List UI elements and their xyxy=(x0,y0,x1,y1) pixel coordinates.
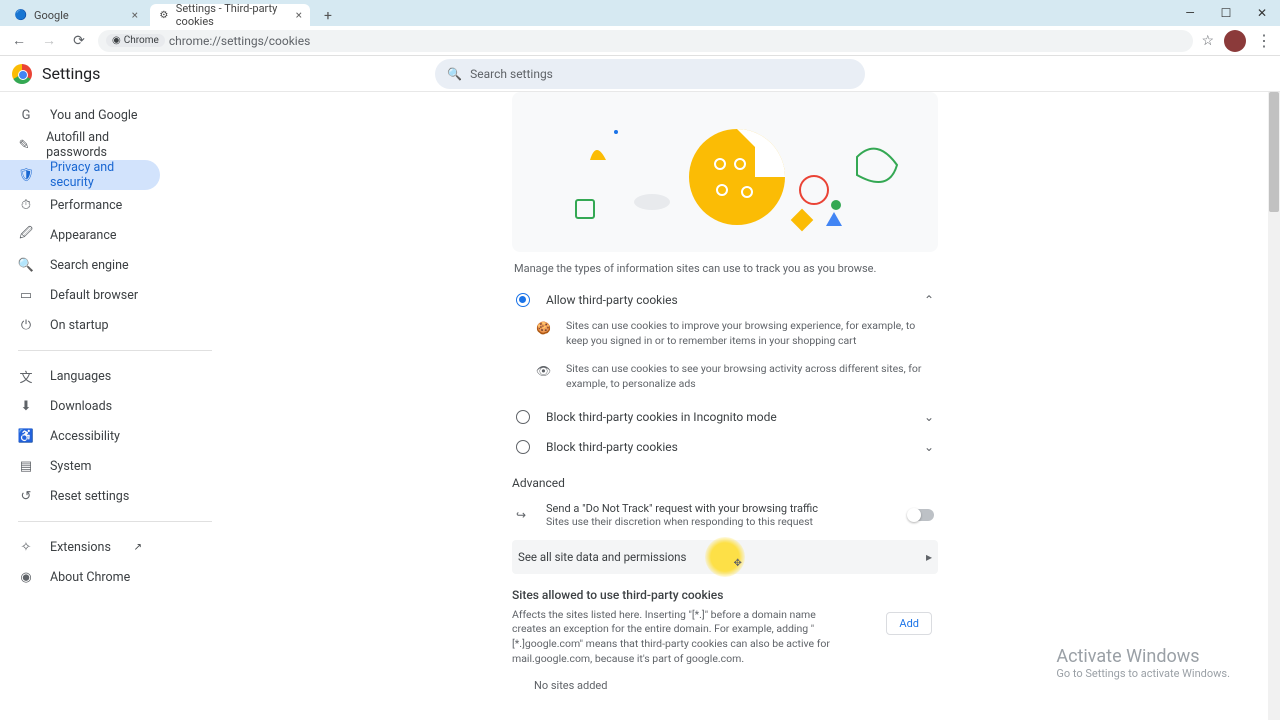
radio-button[interactable] xyxy=(516,440,530,454)
settings-header: Settings 🔍 Search settings xyxy=(0,56,1280,92)
sidebar-item-extensions[interactable]: ✧Extensions↗ xyxy=(0,532,160,562)
sites-allowed-section: Sites allowed to use third-party cookies… xyxy=(512,588,938,692)
reset-icon: ↺ xyxy=(18,489,34,504)
search-icon: 🔍 xyxy=(18,258,34,273)
radio-block-third-party[interactable]: Block third-party cookies ⌄ xyxy=(512,432,938,462)
sidebar-item-default-browser[interactable]: ▭Default browser xyxy=(0,280,160,310)
url-text: chrome://settings/cookies xyxy=(169,34,310,48)
tab-title: Google xyxy=(34,9,69,22)
sites-allowed-desc: Affects the sites listed here. Inserting… xyxy=(512,608,852,667)
download-icon: ⬇ xyxy=(18,399,34,414)
cursor-icon: ✥ xyxy=(734,558,742,569)
settings-sidebar: GYou and Google ✎Autofill and passwords … xyxy=(0,92,230,720)
window-controls: — ☐ ✕ xyxy=(1172,0,1280,26)
see-all-site-data-link[interactable]: See all site data and permissions ✥ ▸ xyxy=(512,540,938,574)
language-icon: 文 xyxy=(18,367,34,386)
extension-icon: ✧ xyxy=(18,540,34,555)
system-icon: ▤ xyxy=(18,459,34,474)
new-tab-button[interactable]: + xyxy=(318,6,338,26)
open-external-icon: ↗ xyxy=(134,542,142,553)
chrome-icon: ◉ xyxy=(18,570,34,585)
tab-google[interactable]: 🔵 Google × xyxy=(6,4,146,26)
maximize-button[interactable]: ☐ xyxy=(1208,0,1244,26)
sidebar-item-reset[interactable]: ↺Reset settings xyxy=(0,481,160,511)
send-icon: ↪ xyxy=(516,508,534,522)
speed-icon: ⏱ xyxy=(18,198,34,213)
person-icon: G xyxy=(18,108,34,123)
profile-avatar[interactable] xyxy=(1224,30,1246,52)
sidebar-item-you-and-google[interactable]: GYou and Google xyxy=(0,100,160,130)
forward-button[interactable]: → xyxy=(38,30,60,52)
close-window-button[interactable]: ✕ xyxy=(1244,0,1280,26)
sidebar-item-system[interactable]: ▤System xyxy=(0,451,160,481)
sidebar-item-languages[interactable]: 文Languages xyxy=(0,361,160,391)
chrome-chip: ◉ Chrome xyxy=(106,34,165,47)
sidebar-item-appearance[interactable]: 🖉Appearance xyxy=(0,220,160,250)
bookmark-icon[interactable]: ☆ xyxy=(1201,33,1214,49)
gear-icon: ⚙ xyxy=(158,8,170,22)
reload-button[interactable]: ⟳ xyxy=(68,30,90,52)
chrome-icon: ◉ xyxy=(112,35,121,46)
chrome-logo-icon xyxy=(12,64,32,84)
sidebar-separator xyxy=(18,350,212,351)
paint-icon: 🖉 xyxy=(18,224,34,246)
tab-title: Settings - Third-party cookies xyxy=(176,2,296,28)
sidebar-item-privacy-security[interactable]: 🛡Privacy and security xyxy=(0,160,160,190)
sidebar-separator xyxy=(18,521,212,522)
windows-activation-watermark: Activate Windows Go to Settings to activ… xyxy=(1056,646,1230,680)
do-not-track-row[interactable]: ↪ Send a "Do Not Track" request with you… xyxy=(512,496,938,534)
sidebar-item-downloads[interactable]: ⬇Downloads xyxy=(0,391,160,421)
scrollbar-track[interactable] xyxy=(1268,92,1280,720)
advanced-section-title: Advanced xyxy=(512,476,938,490)
page-title: Settings xyxy=(42,64,100,83)
chevron-down-icon[interactable]: ⌄ xyxy=(924,440,934,454)
shield-icon: 🛡 xyxy=(18,168,34,183)
browser-titlebar: 🔵 Google × ⚙ Settings - Third-party cook… xyxy=(0,0,1280,26)
chevron-up-icon[interactable]: ⌃ xyxy=(924,293,934,307)
back-button[interactable]: ← xyxy=(8,30,30,52)
menu-icon[interactable]: ⋮ xyxy=(1256,31,1272,50)
no-sites-text: No sites added xyxy=(512,679,938,692)
search-settings-input[interactable]: 🔍 Search settings xyxy=(435,59,865,89)
power-icon: ⏻ xyxy=(18,318,34,333)
google-icon: 🔵 xyxy=(14,8,28,22)
cookies-hero-illustration xyxy=(512,92,938,252)
add-site-button[interactable]: Add xyxy=(886,612,932,635)
chevron-right-icon: ▸ xyxy=(926,550,932,564)
close-icon[interactable]: × xyxy=(132,8,138,22)
radio-detail-2: 👁 Sites can use cookies to see your brow… xyxy=(512,358,938,395)
minimize-button[interactable]: — xyxy=(1172,0,1208,26)
sidebar-item-search-engine[interactable]: 🔍Search engine xyxy=(0,250,160,280)
radio-button[interactable] xyxy=(516,410,530,424)
search-icon: 🔍 xyxy=(447,67,462,81)
sidebar-item-on-startup[interactable]: ⏻On startup xyxy=(0,310,160,340)
cookie-icon: 🍪 xyxy=(536,321,554,348)
radio-button[interactable] xyxy=(516,293,530,307)
scrollbar-thumb[interactable] xyxy=(1269,92,1279,212)
close-icon[interactable]: × xyxy=(296,8,302,22)
sidebar-item-performance[interactable]: ⏱Performance xyxy=(0,190,160,220)
radio-allow-third-party[interactable]: Allow third-party cookies ⌃ xyxy=(512,285,938,315)
dnt-title: Send a "Do Not Track" request with your … xyxy=(546,502,818,515)
eye-icon: 👁 xyxy=(536,364,554,391)
search-placeholder: Search settings xyxy=(470,67,553,81)
browser-icon: ▭ xyxy=(18,288,34,303)
chevron-down-icon[interactable]: ⌄ xyxy=(924,410,934,424)
cookies-settings-content: Manage the types of information sites ca… xyxy=(512,92,938,720)
autofill-icon: ✎ xyxy=(18,138,30,153)
sidebar-item-autofill[interactable]: ✎Autofill and passwords xyxy=(0,130,160,160)
sidebar-item-accessibility[interactable]: ♿Accessibility xyxy=(0,421,160,451)
intro-text: Manage the types of information sites ca… xyxy=(514,262,936,275)
address-bar: ← → ⟳ ◉ Chrome chrome://settings/cookies… xyxy=(0,26,1280,56)
radio-detail-1: 🍪 Sites can use cookies to improve your … xyxy=(512,315,938,352)
accessibility-icon: ♿ xyxy=(18,429,34,444)
sidebar-item-about[interactable]: ◉About Chrome xyxy=(0,562,160,592)
cursor-highlight xyxy=(705,537,745,577)
sites-allowed-title: Sites allowed to use third-party cookies xyxy=(512,588,938,602)
omnibox[interactable]: ◉ Chrome chrome://settings/cookies xyxy=(98,30,1193,52)
radio-block-incognito[interactable]: Block third-party cookies in Incognito m… xyxy=(512,402,938,432)
tab-settings-cookies[interactable]: ⚙ Settings - Third-party cookies × xyxy=(150,4,310,26)
dnt-desc: Sites use their discretion when respondi… xyxy=(546,515,818,528)
dnt-toggle[interactable] xyxy=(908,509,934,521)
